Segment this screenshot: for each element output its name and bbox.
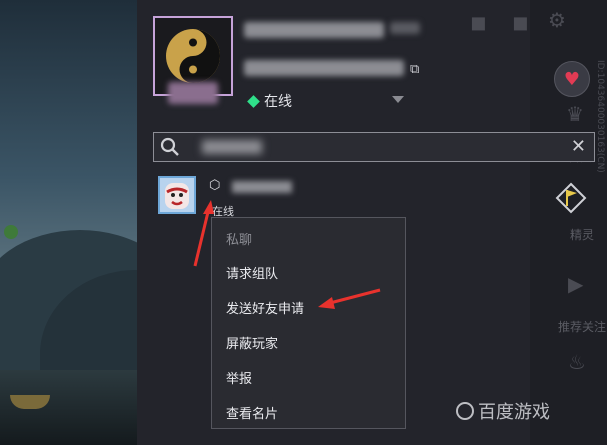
online-status: 在线 bbox=[247, 91, 292, 111]
watermark-text: 百度游戏 bbox=[478, 402, 550, 423]
sidebar-label-sprite[interactable]: 精灵 bbox=[570, 226, 594, 243]
status-dropdown-caret[interactable] bbox=[392, 96, 404, 103]
yin-yang-icon bbox=[166, 29, 220, 83]
flag-icon[interactable] bbox=[553, 180, 589, 216]
cube-icon: ⬡ bbox=[209, 178, 221, 193]
trophy-icon[interactable]: ♛ bbox=[566, 102, 584, 126]
copy-icon[interactable]: ⧉ bbox=[410, 62, 424, 77]
friend-context-menu: 私聊 请求组队 发送好友申请 屏蔽玩家 举报 查看名片 bbox=[211, 217, 406, 429]
game-background bbox=[0, 0, 140, 445]
menu-item-request-team[interactable]: 请求组队 bbox=[226, 263, 278, 282]
video-icon[interactable]: ▶ bbox=[568, 272, 583, 296]
friend-name-redacted bbox=[232, 181, 292, 193]
gear-icon[interactable]: ⚙ bbox=[548, 8, 566, 32]
menu-item-view-card[interactable]: 查看名片 bbox=[226, 403, 278, 422]
search-icon bbox=[160, 137, 179, 156]
player-id-redacted bbox=[244, 60, 404, 76]
online-diamond-icon bbox=[247, 94, 260, 108]
mask-face-icon bbox=[165, 183, 189, 209]
avatar-frame-blur bbox=[168, 82, 218, 104]
friend-avatar[interactable] bbox=[158, 176, 196, 214]
sidebar-label-recommend[interactable]: 推荐关注 bbox=[558, 318, 606, 335]
menu-item-send-friend-request[interactable]: 发送好友申请 bbox=[226, 298, 304, 317]
fire-icon[interactable]: ♨ bbox=[568, 350, 586, 374]
player-name-redacted bbox=[244, 22, 384, 38]
search-input[interactable] bbox=[202, 140, 262, 154]
flag-icon bbox=[555, 182, 587, 214]
menu-item-block-player[interactable]: 屏蔽玩家 bbox=[226, 333, 278, 352]
online-status-label: 在线 bbox=[264, 94, 292, 110]
menu-item-report[interactable]: 举报 bbox=[226, 368, 252, 387]
player-level-redacted bbox=[390, 22, 420, 34]
top-bar-icon[interactable]: ◼ bbox=[470, 10, 487, 34]
menu-item-private-chat[interactable]: 私聊 bbox=[226, 229, 252, 248]
top-bar-icon[interactable]: ◼ bbox=[512, 10, 529, 34]
watermark-logo-icon bbox=[456, 402, 474, 420]
leaf-decoration bbox=[4, 225, 18, 239]
watermark: 百度游戏 bbox=[456, 398, 550, 424]
search-box[interactable]: ✕ bbox=[153, 132, 595, 162]
heart-icon[interactable]: ♥ bbox=[554, 61, 590, 97]
close-icon[interactable]: ✕ bbox=[571, 136, 586, 157]
